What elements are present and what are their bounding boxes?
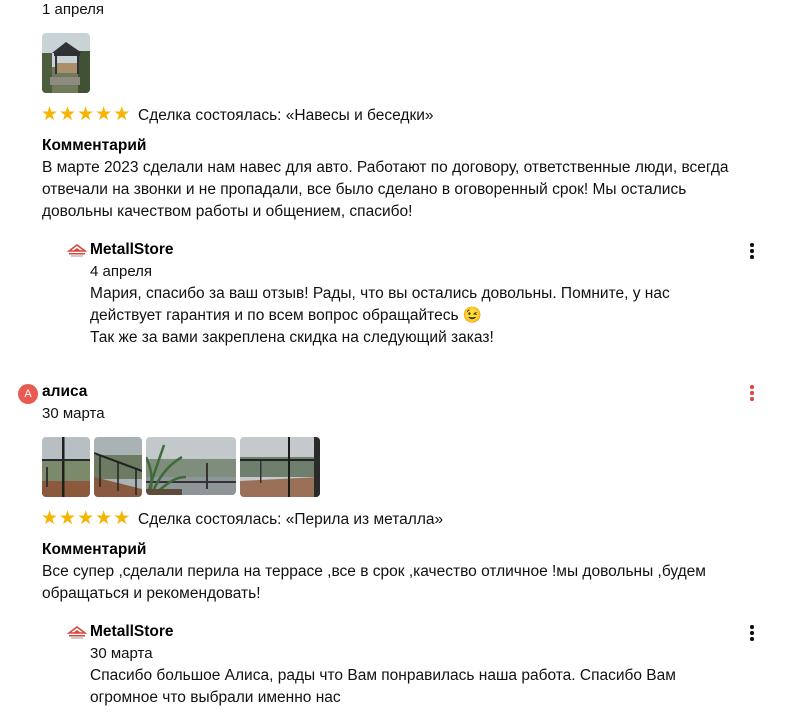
- reply-text: Спасибо большое Алиса, рады что Вам понр…: [90, 667, 676, 706]
- star-icon: ★: [77, 508, 95, 529]
- more-vertical-icon[interactable]: [742, 383, 762, 403]
- star-icon: ★: [59, 104, 77, 125]
- star-icon: ★: [95, 508, 113, 529]
- metallstore-logo-icon: [66, 626, 88, 639]
- photo-railing-1: [42, 437, 90, 497]
- avatar: А: [18, 384, 38, 404]
- review-author[interactable]: алиса: [42, 383, 87, 401]
- photo-railing-3: [146, 437, 236, 495]
- deal-status: Сделка состоялась: «Навесы и беседки»: [138, 107, 434, 124]
- reply-text: Мария, спасибо за ваш отзыв! Рады, что в…: [90, 285, 670, 346]
- comment-text: В марте 2023 сделали нам навес для авто.…: [42, 159, 729, 220]
- comment-text: Все супер ,сделали перила на террасе ,вс…: [42, 563, 706, 602]
- company-logo: [66, 624, 88, 645]
- comment-heading: Комментарий: [42, 137, 147, 154]
- review-photo[interactable]: [240, 437, 320, 497]
- review-photo[interactable]: [42, 33, 90, 93]
- review-photo[interactable]: [94, 437, 142, 497]
- review-date: 1 апреля: [42, 1, 105, 18]
- star-icon: ★: [41, 508, 59, 529]
- rating-stars: ★ ★ ★ ★ ★: [41, 104, 131, 125]
- rating-stars: ★ ★ ★ ★ ★: [41, 508, 131, 529]
- photo-railing-4: [240, 437, 320, 497]
- review-photo[interactable]: [42, 437, 90, 497]
- company-logo: [66, 242, 88, 263]
- reply-author: MetallStore: [90, 623, 174, 640]
- reply-date: 4 апреля: [90, 263, 153, 280]
- photo-railing-2: [94, 437, 142, 497]
- deal-status: Сделка состоялась: «Перила из металла»: [138, 511, 444, 528]
- metallstore-logo-icon: [66, 244, 88, 257]
- review-photo[interactable]: [146, 437, 236, 495]
- star-icon: ★: [95, 104, 113, 125]
- star-icon: ★: [113, 104, 131, 125]
- star-icon: ★: [59, 508, 77, 529]
- wink-emoji: 😉: [462, 307, 483, 324]
- reply-author: MetallStore: [90, 241, 174, 258]
- photo-gazebo: [42, 33, 90, 93]
- comment-heading: Комментарий: [42, 541, 147, 558]
- more-vertical-icon[interactable]: [742, 623, 762, 643]
- star-icon: ★: [41, 104, 59, 125]
- more-vertical-icon[interactable]: [742, 241, 762, 261]
- review-date: 30 марта: [42, 405, 105, 422]
- star-icon: ★: [113, 508, 131, 529]
- star-icon: ★: [77, 104, 95, 125]
- reply-date: 30 марта: [90, 645, 153, 662]
